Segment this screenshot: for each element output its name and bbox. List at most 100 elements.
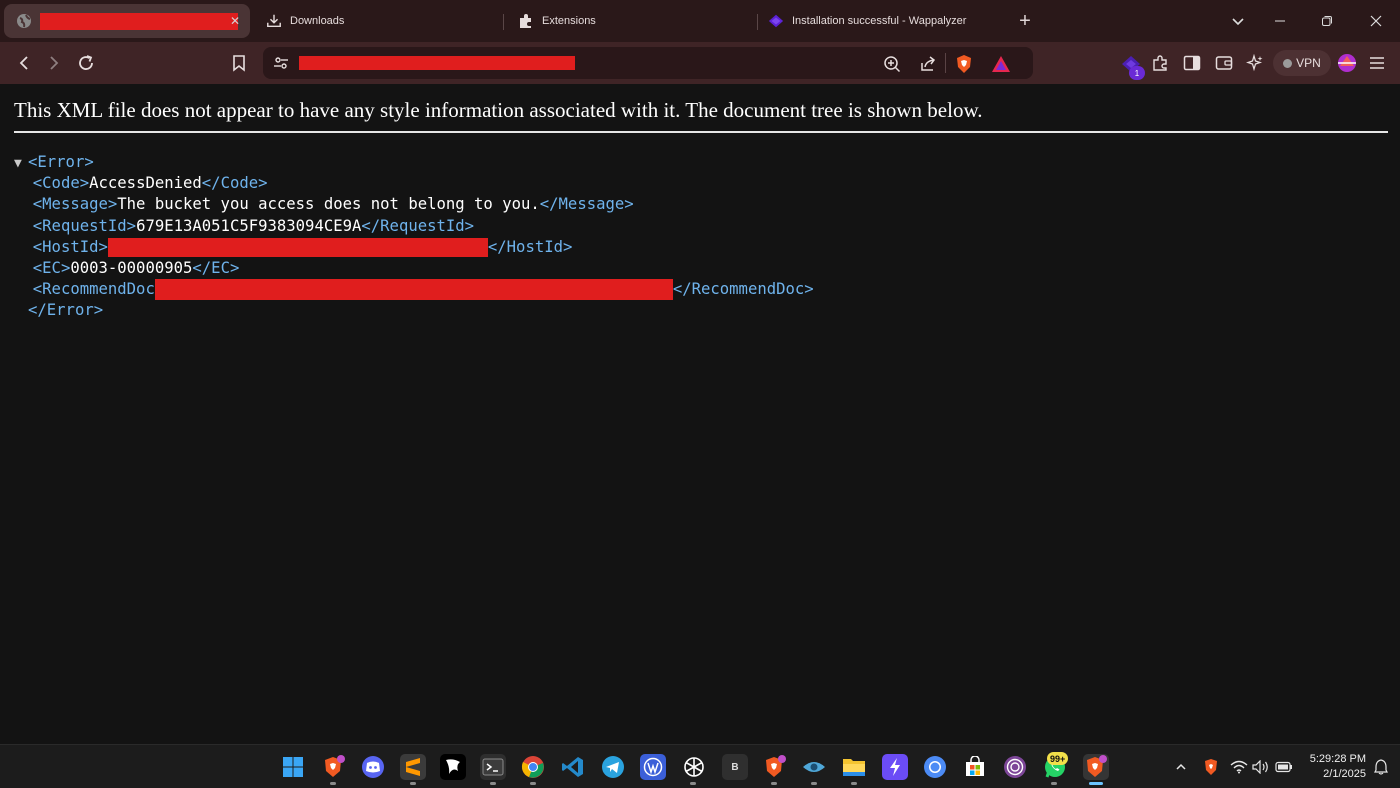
- taskbar-kali-terminal[interactable]: [440, 754, 466, 780]
- lightning-icon: [890, 758, 900, 776]
- leo-ai-icon[interactable]: [1244, 52, 1266, 74]
- taskbar-telegram[interactable]: [600, 754, 626, 780]
- brave-rewards-icon[interactable]: [990, 53, 1012, 75]
- xml-tag: <HostId>: [32, 237, 108, 256]
- collapse-toggle-icon[interactable]: ▼: [14, 153, 28, 174]
- tab-wappalyzer[interactable]: Installation successful - Wappalyzer: [766, 4, 1006, 38]
- tab-separator: [757, 14, 758, 30]
- bookmark-button[interactable]: [226, 50, 252, 76]
- sidebar-icon[interactable]: [1181, 52, 1203, 74]
- xml-value-code: AccessDenied: [89, 174, 202, 193]
- arrow-right-icon: [50, 56, 59, 70]
- taskbar-brave[interactable]: [762, 754, 788, 780]
- taskbar-sublime-text[interactable]: [400, 754, 426, 780]
- taskbar-file-explorer[interactable]: [841, 754, 867, 780]
- brave-shields-icon[interactable]: [953, 53, 975, 75]
- clock-time: 5:29:28 PM: [1309, 753, 1366, 765]
- taskbar-brave-active[interactable]: [1083, 754, 1109, 780]
- running-indicator: [771, 782, 777, 785]
- xml-tag: </Error>: [28, 301, 104, 320]
- back-button[interactable]: [11, 50, 37, 76]
- tray-battery[interactable]: [1275, 758, 1293, 776]
- taskbar-discord[interactable]: [360, 754, 386, 780]
- taskbar-eye-app[interactable]: [801, 754, 827, 780]
- clock-date: 2/1/2025: [1323, 768, 1366, 780]
- profile-avatar-icon[interactable]: [1336, 52, 1358, 74]
- vscode-icon: [562, 757, 583, 777]
- taskbar-chromium[interactable]: [922, 754, 948, 780]
- tray-brave[interactable]: [1202, 758, 1220, 776]
- restore-button[interactable]: [1307, 6, 1347, 36]
- vpn-label: VPN: [1296, 56, 1321, 70]
- show-hidden-icons-button[interactable]: [1172, 758, 1190, 776]
- redacted-tab-title: [40, 12, 238, 30]
- brave-icon: [766, 755, 786, 777]
- chrome-icon: [521, 756, 544, 778]
- xml-tag: </HostId>: [487, 237, 573, 256]
- tor-icon: [1004, 756, 1026, 778]
- page-content: This XML file does not appear to have an…: [0, 84, 1400, 744]
- reload-button[interactable]: [73, 50, 99, 76]
- forward-button[interactable]: [41, 50, 67, 76]
- extensions-icon[interactable]: [1150, 52, 1172, 74]
- xml-tag: </Code>: [201, 174, 268, 193]
- tab-active[interactable]: ✕: [4, 4, 250, 38]
- taskbar-vscode[interactable]: [560, 754, 586, 780]
- xml-tag: <RequestId>: [32, 216, 137, 235]
- redacted-hostid: [107, 237, 488, 257]
- taskbar-wordpress[interactable]: [640, 754, 666, 780]
- system-clock[interactable]: 5:29:28 PM 2/1/2025: [1300, 752, 1366, 782]
- chevron-down-icon: [1232, 18, 1244, 26]
- start-button[interactable]: [280, 754, 306, 780]
- taskbar-tor-browser[interactable]: [1002, 754, 1028, 780]
- notice-divider: [14, 131, 1388, 133]
- taskbar-terminal[interactable]: [480, 754, 506, 780]
- battery-icon: [1275, 761, 1292, 773]
- running-indicator: [690, 782, 696, 785]
- taskbar-chatgpt[interactable]: [681, 754, 707, 780]
- xml-style-notice: This XML file does not appear to have an…: [14, 98, 983, 122]
- close-window-button[interactable]: [1356, 6, 1396, 36]
- taskbar-chrome[interactable]: [520, 754, 546, 780]
- tab-separator: [503, 14, 504, 30]
- tab-extensions[interactable]: Extensions: [516, 4, 756, 38]
- wallet-icon[interactable]: [1213, 52, 1235, 74]
- plus-icon: +: [1019, 9, 1031, 32]
- tab-search-button[interactable]: [1218, 6, 1258, 36]
- tray-wifi[interactable]: [1230, 758, 1248, 776]
- share-icon[interactable]: [917, 53, 939, 75]
- tray-volume[interactable]: [1252, 758, 1270, 776]
- brave-icon: [1087, 755, 1107, 777]
- notifications-button[interactable]: [1372, 758, 1390, 776]
- minimize-button[interactable]: [1260, 6, 1300, 36]
- folder-icon: [843, 759, 865, 776]
- tab-close-icon[interactable]: ✕: [230, 14, 240, 28]
- speaker-icon: [1252, 760, 1268, 774]
- site-settings-icon[interactable]: [273, 55, 289, 76]
- taskbar-bitwarden[interactable]: B: [722, 754, 748, 780]
- menu-button[interactable]: [1366, 52, 1388, 74]
- taskbar-brave-beta[interactable]: [321, 754, 347, 780]
- windows-logo-icon: [283, 757, 303, 777]
- vpn-button[interactable]: VPN: [1273, 50, 1331, 76]
- chevron-up-icon: [1176, 763, 1186, 770]
- running-indicator: [811, 782, 817, 785]
- bell-icon: [1374, 759, 1388, 775]
- xml-line-hostid: <HostId> </HostId>: [14, 237, 814, 258]
- reload-icon: [79, 55, 93, 70]
- brave-icon: [325, 755, 345, 777]
- address-bar[interactable]: [263, 47, 1033, 79]
- xml-tag: </RequestId>: [361, 216, 475, 235]
- xml-value-message: The bucket you access does not belong to…: [117, 195, 540, 214]
- tab-downloads[interactable]: Downloads: [262, 4, 502, 38]
- chatgpt-icon: [684, 757, 704, 777]
- taskbar-microsoft-store[interactable]: [962, 754, 988, 780]
- wifi-icon: [1230, 760, 1248, 774]
- new-tab-button[interactable]: +: [1012, 8, 1038, 34]
- taskbar-lightning-app[interactable]: [882, 754, 908, 780]
- minimize-icon: [1275, 20, 1285, 22]
- zoom-icon[interactable]: [881, 53, 903, 75]
- vpn-status-dot: [1283, 58, 1293, 68]
- xml-line-ec: <EC>0003-00000905</EC>: [14, 258, 814, 279]
- tab-downloads-label: Downloads: [290, 15, 345, 27]
